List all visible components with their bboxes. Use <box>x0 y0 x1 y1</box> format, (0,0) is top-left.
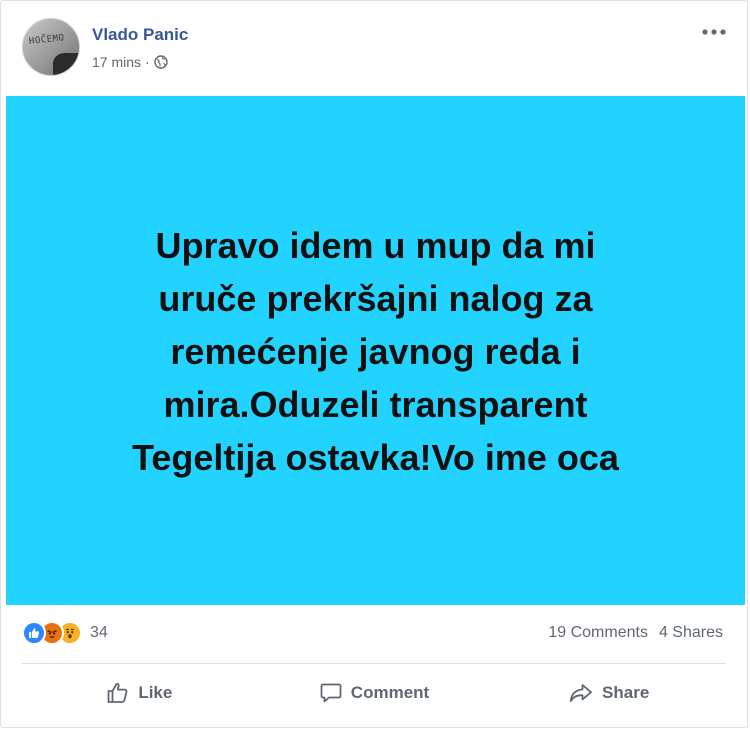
post-actions: Like Comment Share <box>22 664 726 722</box>
post-text-line: Tegeltija ostavka!Vo ime oca <box>132 437 619 478</box>
more-options-icon[interactable] <box>701 23 727 41</box>
comment-label: Comment <box>350 683 430 702</box>
post-time[interactable]: 17 mins <box>92 54 141 70</box>
shares-count[interactable]: 4 Shares <box>659 624 723 642</box>
avatar-shadow <box>53 53 79 75</box>
like-label: Like <box>138 683 173 702</box>
thumbs-up-icon <box>106 681 130 705</box>
avatar[interactable]: HOC̃EMO <box>22 18 80 76</box>
post-text-line: Upravo idem u mup da mi <box>155 225 596 266</box>
facebook-post: HOC̃EMO Vlado Panic 17 mins · Upravo ide… <box>0 0 748 728</box>
comments-count[interactable]: 19 Comments <box>548 624 648 642</box>
reactions-summary[interactable]: 34 <box>22 621 108 645</box>
share-arrow-icon <box>568 681 594 705</box>
post-content-background: Upravo idem u mup da mi uruče prekršajni… <box>6 96 745 605</box>
reaction-count[interactable]: 34 <box>90 624 108 642</box>
comment-button[interactable]: Comment <box>257 664 492 722</box>
meta-separator: · <box>145 54 150 70</box>
share-button[interactable]: Share <box>491 664 726 722</box>
globe-icon[interactable] <box>154 55 168 69</box>
like-button[interactable]: Like <box>22 664 257 722</box>
post-text: Upravo idem u mup da mi uruče prekršajni… <box>66 219 686 484</box>
post-text-line: uruče prekršajni nalog za <box>158 278 593 319</box>
comment-icon <box>319 681 343 705</box>
engagement-counts: 19 Comments 4 Shares <box>548 624 723 642</box>
post-meta: 17 mins · <box>92 54 168 70</box>
like-reaction-icon <box>22 621 46 645</box>
post-stats: 34 19 Comments 4 Shares <box>22 614 723 652</box>
post-text-line: mira.Oduzeli transparent <box>163 384 588 425</box>
post-text-line: remećenje javnog reda i <box>170 331 581 372</box>
post-header: HOC̃EMO Vlado Panic 17 mins · <box>1 1 747 96</box>
avatar-scribble: HOC̃EMO <box>28 33 65 47</box>
author-name[interactable]: Vlado Panic <box>92 25 188 45</box>
share-label: Share <box>602 683 650 702</box>
